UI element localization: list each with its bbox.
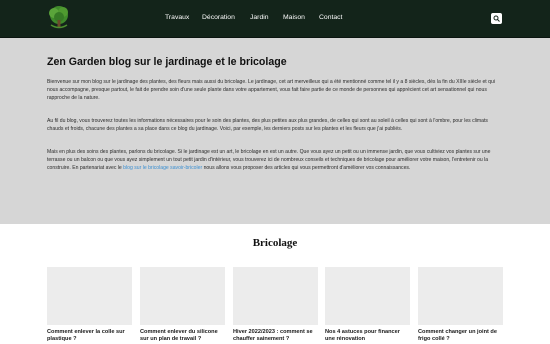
intro-paragraph-1: Bienvenue sur mon blog sur le jardinage …	[47, 79, 495, 101]
intro-paragraph-2: Au fil du blog, vous trouverez toutes le…	[47, 118, 488, 132]
main-nav: Travaux Décoration Jardin Maison Contact	[0, 0, 550, 38]
article-card[interactable]: Comment enlever la colle sur plastique ?	[47, 267, 132, 344]
article-thumbnail[interactable]	[418, 267, 503, 325]
article-title[interactable]: Comment changer un joint de frigo collé …	[418, 329, 503, 344]
search-icon	[493, 15, 500, 22]
article-title[interactable]: Nos 4 astuces pour financer une rénovati…	[325, 329, 410, 344]
bricolage-partner-link[interactable]: blog sur le bricolage savoir-bricoler	[123, 165, 202, 171]
article-card[interactable]: Comment enlever du silicone sur un plan …	[140, 267, 225, 344]
nav-travaux[interactable]: Travaux	[165, 14, 189, 21]
intro-paragraph-3: Mais en plus des soins des plantes, parl…	[47, 149, 503, 172]
section-title-bricolage: Bricolage	[252, 237, 298, 249]
nav-jardin[interactable]: Jardin	[250, 14, 269, 21]
article-thumbnail[interactable]	[233, 267, 318, 325]
intro-section: Zen Garden blog sur le jardinage et le b…	[0, 38, 550, 224]
article-title[interactable]: Hiver 2022/2023 : comment se chauffer sa…	[233, 329, 318, 344]
article-card[interactable]: Hiver 2022/2023 : comment se chauffer sa…	[233, 267, 318, 344]
page-title: Zen Garden blog sur le jardinage et le b…	[47, 56, 287, 68]
intro-paragraph-3-text-end: nous allons vous proposer des articles q…	[202, 164, 411, 171]
nav-decoration[interactable]: Décoration	[202, 14, 235, 21]
nav-maison[interactable]: Maison	[283, 14, 305, 21]
article-thumbnail[interactable]	[140, 267, 225, 325]
search-button[interactable]	[491, 13, 502, 24]
article-card[interactable]: Nos 4 astuces pour financer une rénovati…	[325, 267, 410, 344]
nav-contact[interactable]: Contact	[319, 14, 342, 21]
article-thumbnail[interactable]	[325, 267, 410, 325]
article-card[interactable]: Comment changer un joint de frigo collé …	[418, 267, 503, 344]
article-title[interactable]: Comment enlever la colle sur plastique ?	[47, 329, 132, 344]
article-title[interactable]: Comment enlever du silicone sur un plan …	[140, 329, 225, 344]
top-navigation-bar: Travaux Décoration Jardin Maison Contact	[0, 0, 550, 38]
article-thumbnail[interactable]	[47, 267, 132, 325]
